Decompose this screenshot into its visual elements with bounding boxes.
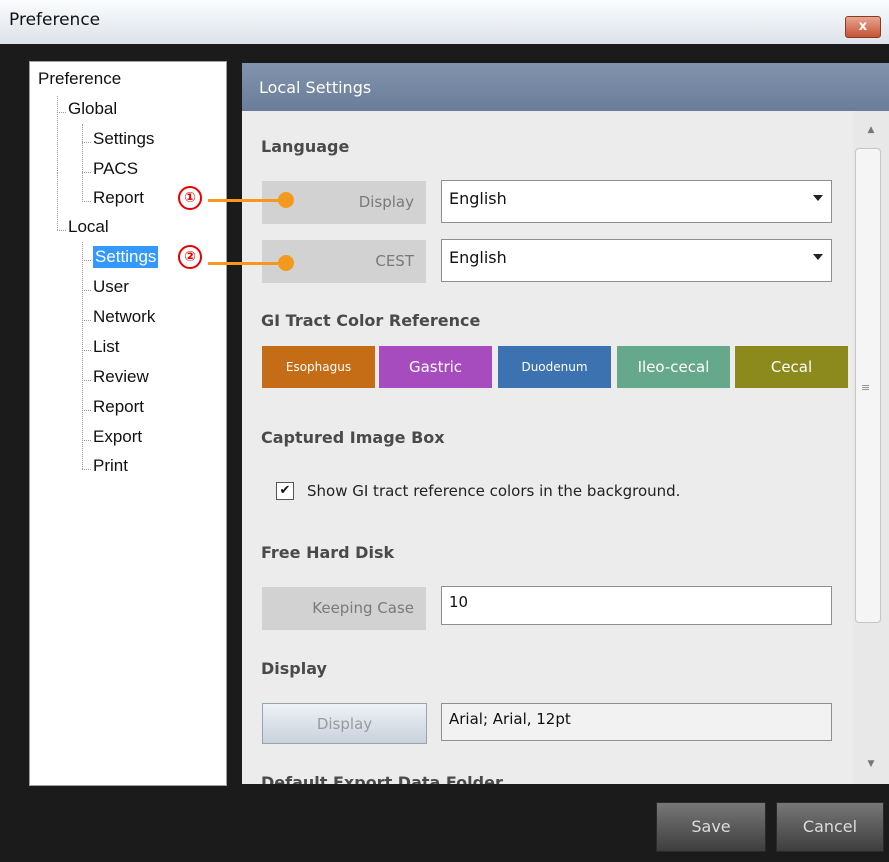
tree-item-local-network[interactable]: Network [93, 306, 155, 328]
tree-item-global[interactable]: Global [68, 98, 117, 120]
scrollbar-thumb[interactable]: ≡ [855, 148, 881, 623]
keeping-case-input[interactable]: 10 [441, 586, 832, 625]
swatch-gastric: Gastric [379, 346, 492, 388]
clip-region: Default Export Data Folder [242, 770, 853, 784]
tree-item-global-pacs[interactable]: PACS [93, 158, 138, 180]
section-display: Display [261, 659, 327, 678]
tree-item-local[interactable]: Local [68, 216, 109, 238]
cancel-button[interactable]: Cancel [776, 802, 884, 852]
display-font-button[interactable]: Display [262, 703, 427, 744]
grip-icon: ≡ [861, 381, 871, 394]
tree-connector [82, 124, 83, 202]
tree-connector [82, 260, 91, 261]
tree-item-local-settings[interactable]: Settings [93, 246, 159, 268]
tree-item-preference[interactable]: Preference [38, 68, 121, 90]
swatch-duodenum: Duodenum [498, 346, 611, 388]
callout-2: ② [178, 245, 202, 269]
callout-2-dot [278, 255, 294, 271]
tree-connector [57, 230, 66, 231]
close-icon: x [858, 19, 868, 34]
vertical-scrollbar[interactable]: ▲ ≡ ▼ [853, 111, 889, 784]
display-language-value: English [449, 189, 507, 208]
checkmark-icon: ✔ [279, 483, 291, 498]
tree-connector [82, 469, 91, 470]
cest-language-select[interactable]: English [441, 239, 832, 282]
tree-connector [82, 172, 91, 173]
close-button[interactable]: x [845, 16, 881, 38]
section-free-hard-disk: Free Hard Disk [261, 543, 395, 562]
swatch-esophagus: Esophagus [262, 346, 375, 388]
tree-connector [82, 320, 91, 321]
show-colors-label[interactable]: Show GI tract reference colors in the ba… [307, 482, 680, 500]
tree-item-local-review[interactable]: Review [93, 366, 149, 388]
preference-tree: Preference Global Settings PACS Report L… [29, 61, 227, 786]
section-gi-tract: GI Tract Color Reference [261, 311, 481, 330]
tree-connector [82, 242, 83, 469]
show-colors-checkbox[interactable]: ✔ [276, 482, 294, 500]
tree-item-local-print[interactable]: Print [93, 455, 128, 477]
chevron-down-icon [813, 254, 823, 260]
window-title: Preference [9, 10, 101, 30]
keeping-case-value: 10 [449, 593, 469, 611]
chevron-down-icon [813, 195, 823, 201]
callout-1: ① [178, 186, 202, 210]
tree-connector [57, 173, 58, 230]
tree-connector [82, 440, 91, 441]
save-button[interactable]: Save [656, 802, 766, 852]
callout-2-line [208, 262, 286, 265]
tree-item-local-report[interactable]: Report [93, 396, 144, 418]
display-font-field: Arial; Arial, 12pt [441, 703, 832, 741]
swatch-ileo-cecal: Ileo-cecal [617, 346, 730, 388]
display-language-select[interactable]: English [441, 180, 832, 223]
panel-title: Local Settings [259, 78, 372, 97]
callout-1-dot [278, 192, 294, 208]
scroll-up-icon[interactable]: ▲ [853, 125, 889, 135]
display-font-value: Arial; Arial, 12pt [449, 710, 571, 728]
section-language: Language [261, 137, 350, 156]
tree-connector [82, 380, 91, 381]
section-default-export-folder: Default Export Data Folder [261, 773, 503, 784]
scroll-down-icon[interactable]: ▼ [853, 759, 889, 769]
tree-connector [57, 112, 66, 113]
tree-item-local-list[interactable]: List [93, 336, 119, 358]
cest-language-value: English [449, 248, 507, 267]
tree-connector [82, 350, 91, 351]
tree-connector [82, 201, 91, 202]
tree-item-global-report[interactable]: Report [93, 187, 144, 209]
swatch-cecal: Cecal [735, 346, 848, 388]
tree-connector [82, 142, 91, 143]
tree-connector [82, 290, 91, 291]
title-bar: Preference x [0, 0, 889, 45]
tree-connector [57, 96, 58, 173]
tree-connector [82, 410, 91, 411]
callout-1-line [208, 199, 286, 202]
panel-header: Local Settings [242, 63, 889, 111]
section-captured-image: Captured Image Box [261, 428, 445, 447]
tree-item-global-settings[interactable]: Settings [93, 128, 154, 150]
tree-item-local-user[interactable]: User [93, 276, 129, 298]
keeping-case-label: Keeping Case [262, 587, 426, 630]
tree-item-local-export[interactable]: Export [93, 426, 142, 448]
